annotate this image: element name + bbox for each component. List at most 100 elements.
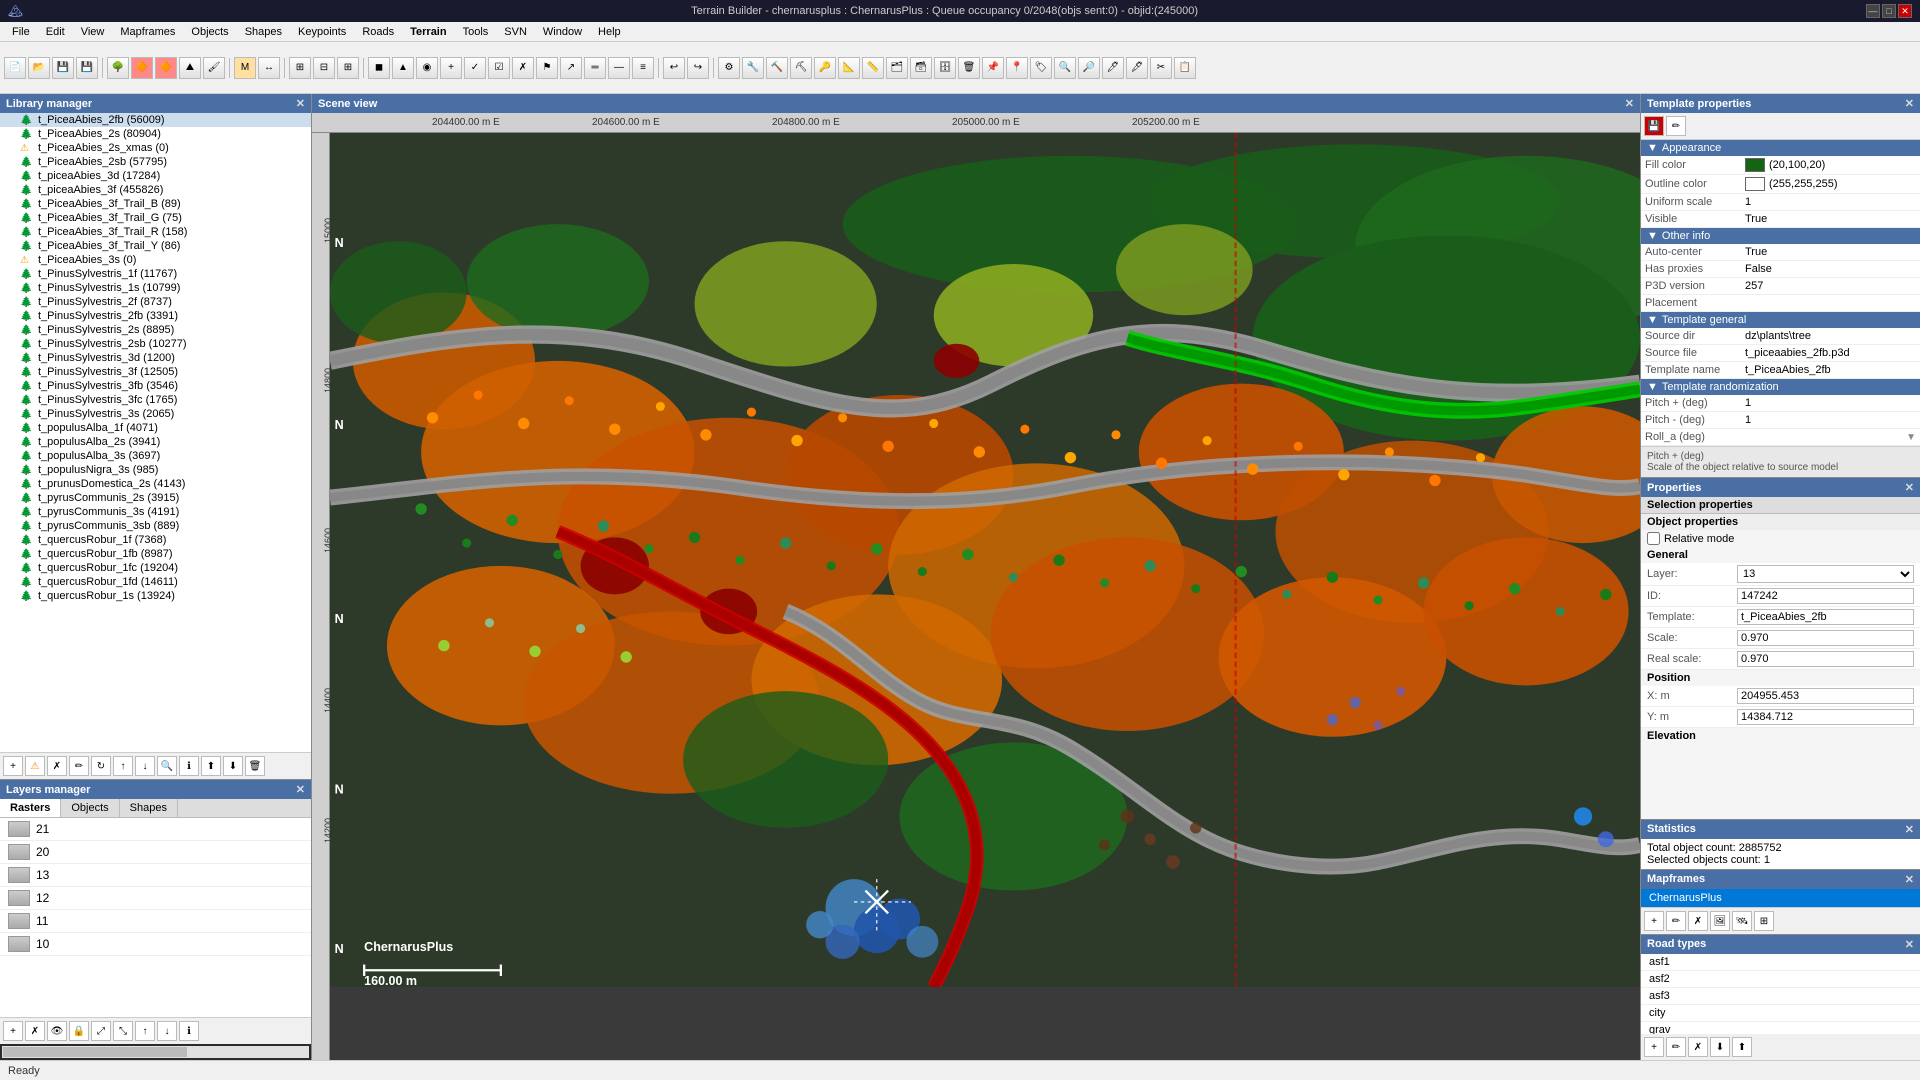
obj-btn[interactable]: 🔶: [131, 57, 153, 79]
lib-item-33[interactable]: 🌲t_quercusRobur_1fd (14611): [0, 575, 311, 589]
arrow-btn[interactable]: ↗: [560, 57, 582, 79]
layer-add-btn[interactable]: +: [3, 1021, 23, 1041]
layers-content[interactable]: 21 20 13 12 11: [0, 818, 311, 1017]
redo-btn[interactable]: ↪: [687, 57, 709, 79]
road-btn[interactable]: ═: [584, 57, 606, 79]
layers-close[interactable]: ✕: [296, 783, 305, 796]
lib-item-11[interactable]: 🌲t_PinusSylvestris_1f (11767): [0, 267, 311, 281]
select-btn[interactable]: M: [234, 57, 256, 79]
lib-import-btn[interactable]: ⬇: [223, 756, 243, 776]
lib-item-1[interactable]: 🌲t_PiceaAbies_2s (80904): [0, 127, 311, 141]
lib-item-18[interactable]: 🌲t_PinusSylvestris_3f (12505): [0, 365, 311, 379]
rt-add-btn[interactable]: +: [1644, 1037, 1664, 1057]
tool8[interactable]: 🗂: [886, 57, 908, 79]
lib-item-17[interactable]: 🌲t_PinusSylvestris_3d (1200): [0, 351, 311, 365]
rt-import-btn[interactable]: ⬇: [1710, 1037, 1730, 1057]
roadtype-grav[interactable]: grav: [1641, 1022, 1920, 1034]
lib-item-14[interactable]: 🌲t_PinusSylvestris_2fb (3391): [0, 309, 311, 323]
mf-del-btn[interactable]: ✗: [1688, 911, 1708, 931]
lib-item-2[interactable]: ⚠t_PiceaAbies_2s_xmas (0): [0, 141, 311, 155]
check-btn[interactable]: ✓: [464, 57, 486, 79]
menu-svn[interactable]: SVN: [496, 24, 535, 40]
lib-item-23[interactable]: 🌲t_populusAlba_2s (3941): [0, 435, 311, 449]
layer-down2-btn[interactable]: ↓: [157, 1021, 177, 1041]
layer-del-btn[interactable]: ✗: [25, 1021, 45, 1041]
flag-btn[interactable]: ⚑: [536, 57, 558, 79]
tool14[interactable]: 🏷: [1030, 57, 1052, 79]
lib-item-21[interactable]: 🌲t_PinusSylvestris_3s (2065): [0, 407, 311, 421]
mf-add-btn[interactable]: +: [1644, 911, 1664, 931]
rt-del-btn[interactable]: ✗: [1688, 1037, 1708, 1057]
id-input[interactable]: [1737, 588, 1914, 604]
maximize-button[interactable]: □: [1882, 4, 1896, 18]
menu-objects[interactable]: Objects: [183, 24, 236, 40]
template-close[interactable]: ✕: [1905, 97, 1914, 110]
tool3[interactable]: 🔨: [766, 57, 788, 79]
lib-item-32[interactable]: 🌲t_quercusRobur_1fc (19204): [0, 561, 311, 575]
terrain-map[interactable]: N N N N N 160.00 m ChernarusPlus: [330, 133, 1640, 987]
pyramid-btn[interactable]: ▲: [392, 57, 414, 79]
scale-input[interactable]: [1737, 630, 1914, 646]
lib-item-10[interactable]: ⚠t_PiceaAbies_3s (0): [0, 253, 311, 267]
rt-export-btn[interactable]: ⬆: [1732, 1037, 1752, 1057]
lib-item-12[interactable]: 🌲t_PinusSylvestris_1s (10799): [0, 281, 311, 295]
menu-keypoints[interactable]: Keypoints: [290, 24, 354, 40]
lib-item-27[interactable]: 🌲t_pyrusCommunis_2s (3915): [0, 491, 311, 505]
outline-color-box[interactable]: [1745, 177, 1765, 191]
menu-view[interactable]: View: [73, 24, 113, 40]
layer-11[interactable]: 11: [0, 910, 311, 933]
lib-item-25[interactable]: 🌲t_populusNigra_3s (985): [0, 463, 311, 477]
mapframes-close[interactable]: ✕: [1905, 873, 1914, 886]
lib-item-3[interactable]: 🌲t_PiceaAbies_2sb (57795): [0, 155, 311, 169]
lib-refresh-btn[interactable]: ↻: [91, 756, 111, 776]
scroll-arrow[interactable]: ▼: [1906, 432, 1916, 443]
mapframe-chernarusplus[interactable]: ChernarusPlus: [1641, 889, 1920, 907]
mf-sat-btn[interactable]: 🛰: [1732, 911, 1752, 931]
tree-btn[interactable]: 🌳: [107, 57, 129, 79]
tool18[interactable]: 🖋: [1126, 57, 1148, 79]
tool2[interactable]: 🔧: [742, 57, 764, 79]
sel-close[interactable]: ✕: [1905, 481, 1914, 494]
tmpl-edit-btn[interactable]: ✏: [1666, 116, 1686, 136]
new-btn[interactable]: 📄: [4, 57, 26, 79]
rt-edit-btn[interactable]: ✏: [1666, 1037, 1686, 1057]
layer-collapse-btn[interactable]: ⤡: [113, 1021, 133, 1041]
lib-item-26[interactable]: 🌲t_prunusDomestica_2s (4143): [0, 477, 311, 491]
layer-13[interactable]: 13: [0, 864, 311, 887]
tool17[interactable]: 🖊: [1102, 57, 1124, 79]
fill-color-box[interactable]: [1745, 158, 1765, 172]
scene-canvas[interactable]: 204400.00 m E 204600.00 m E 204800.00 m …: [312, 113, 1640, 1060]
library-close[interactable]: ✕: [296, 97, 305, 110]
lib-item-8[interactable]: 🌲t_PiceaAbies_3f_Trail_R (158): [0, 225, 311, 239]
menu-shapes[interactable]: Shapes: [237, 24, 290, 40]
plus-btn[interactable]: +: [440, 57, 462, 79]
paint-btn[interactable]: 🖌: [203, 57, 225, 79]
layer-dropdown[interactable]: 13: [1737, 565, 1914, 583]
lib-clear-btn[interactable]: 🗑: [245, 756, 265, 776]
lib-item-9[interactable]: 🌲t_PiceaAbies_3f_Trail_Y (86): [0, 239, 311, 253]
grid2-btn[interactable]: ⊟: [313, 57, 335, 79]
sphere-btn[interactable]: ◉: [416, 57, 438, 79]
roadtype-city[interactable]: city: [1641, 1005, 1920, 1022]
tool13[interactable]: 📍: [1006, 57, 1028, 79]
road2-btn[interactable]: —: [608, 57, 630, 79]
layer-20[interactable]: 20: [0, 841, 311, 864]
lib-item-22[interactable]: 🌲t_populusAlba_1f (4071): [0, 421, 311, 435]
lib-warn-btn[interactable]: ⚠: [25, 756, 45, 776]
lib-item-34[interactable]: 🌲t_quercusRobur_1s (13924): [0, 589, 311, 603]
layer-info2-btn[interactable]: ℹ: [179, 1021, 199, 1041]
layer-21[interactable]: 21: [0, 818, 311, 841]
tool7[interactable]: 📏: [862, 57, 884, 79]
lib-item-0[interactable]: 🌲t_PiceaAbies_2fb (56009): [0, 113, 311, 127]
roadtype-asf3[interactable]: asf3: [1641, 988, 1920, 1005]
menu-tools[interactable]: Tools: [455, 24, 497, 40]
stats-close[interactable]: ✕: [1905, 823, 1914, 836]
lib-item-30[interactable]: 🌲t_quercusRobur_1f (7368): [0, 533, 311, 547]
lib-item-16[interactable]: 🌲t_PinusSylvestris_2sb (10277): [0, 337, 311, 351]
layer-12[interactable]: 12: [0, 887, 311, 910]
tool1[interactable]: ⚙: [718, 57, 740, 79]
cube-btn[interactable]: ◼: [368, 57, 390, 79]
lib-item-4[interactable]: 🌲t_piceaAbies_3d (17284): [0, 169, 311, 183]
layer-expand-btn[interactable]: ⤢: [91, 1021, 111, 1041]
tool10[interactable]: 🗄: [934, 57, 956, 79]
